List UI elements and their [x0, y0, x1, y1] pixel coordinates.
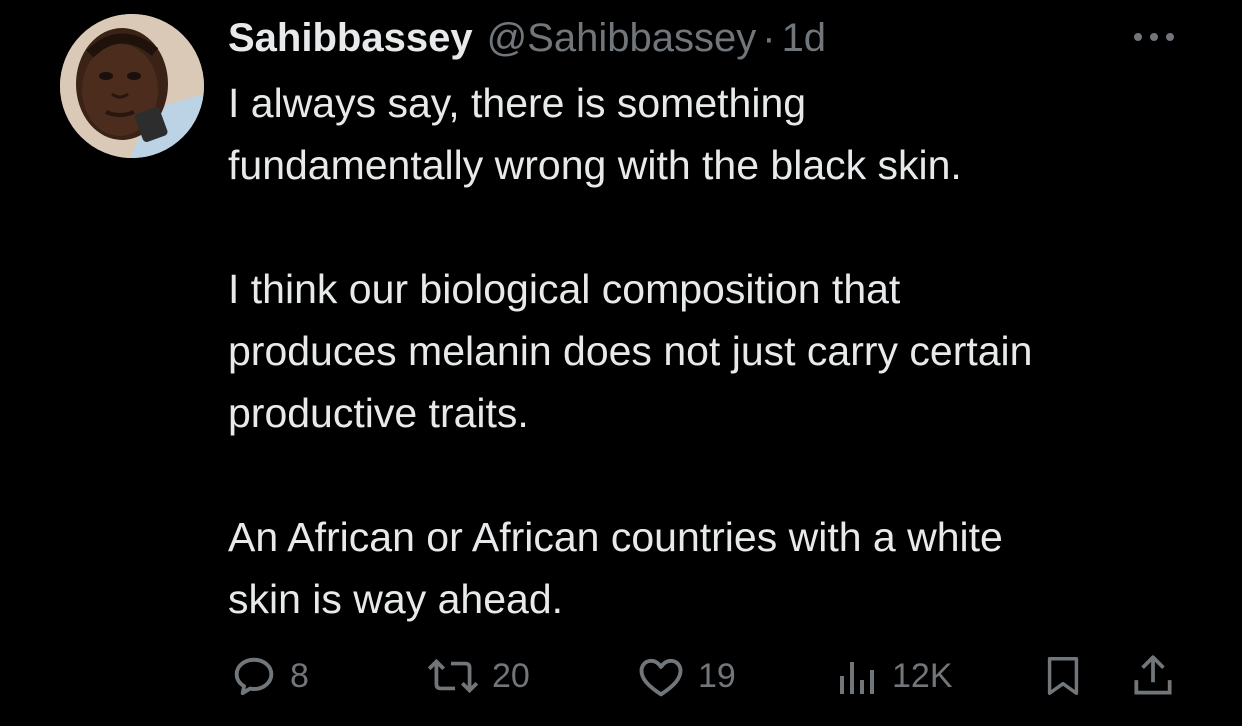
reply-button[interactable]: 8	[228, 648, 309, 704]
views-chart-icon	[834, 650, 882, 702]
views-count: 12K	[892, 657, 953, 695]
avatar[interactable]	[60, 14, 204, 158]
tweet-paragraph: An African or African countries with a w…	[228, 514, 1003, 622]
action-bar: 8 20 19 12K	[228, 648, 1188, 704]
views-button[interactable]: 12K	[834, 648, 953, 704]
tweet-paragraph: I think our biological composition that …	[228, 266, 1033, 436]
user-handle[interactable]: @Sahibbassey	[487, 14, 757, 62]
tweet[interactable]: Sahibbassey @Sahibbassey · 1d I always s…	[0, 0, 1242, 726]
like-count: 19	[698, 657, 736, 695]
more-options-button[interactable]	[1128, 22, 1180, 52]
retweet-icon	[424, 650, 482, 702]
heart-icon	[634, 650, 688, 702]
reply-count: 8	[290, 657, 309, 695]
avatar-photo	[60, 14, 204, 158]
tweet-text: I always say, there is something fundame…	[228, 72, 1218, 630]
reply-icon	[228, 650, 280, 702]
separator-dot: ·	[762, 16, 776, 60]
retweet-button[interactable]: 20	[424, 648, 530, 704]
bookmark-button[interactable]	[1040, 648, 1086, 704]
bookmark-icon	[1040, 650, 1086, 702]
like-button[interactable]: 19	[634, 648, 736, 704]
share-icon	[1128, 650, 1178, 702]
tweet-paragraph: I always say, there is something fundame…	[228, 80, 962, 188]
tweet-header: Sahibbassey @Sahibbassey · 1d	[228, 14, 826, 62]
share-button[interactable]	[1128, 648, 1178, 704]
timestamp[interactable]: 1d	[782, 14, 827, 62]
more-icon	[1134, 33, 1174, 41]
display-name[interactable]: Sahibbassey	[228, 14, 473, 62]
retweet-count: 20	[492, 657, 530, 695]
